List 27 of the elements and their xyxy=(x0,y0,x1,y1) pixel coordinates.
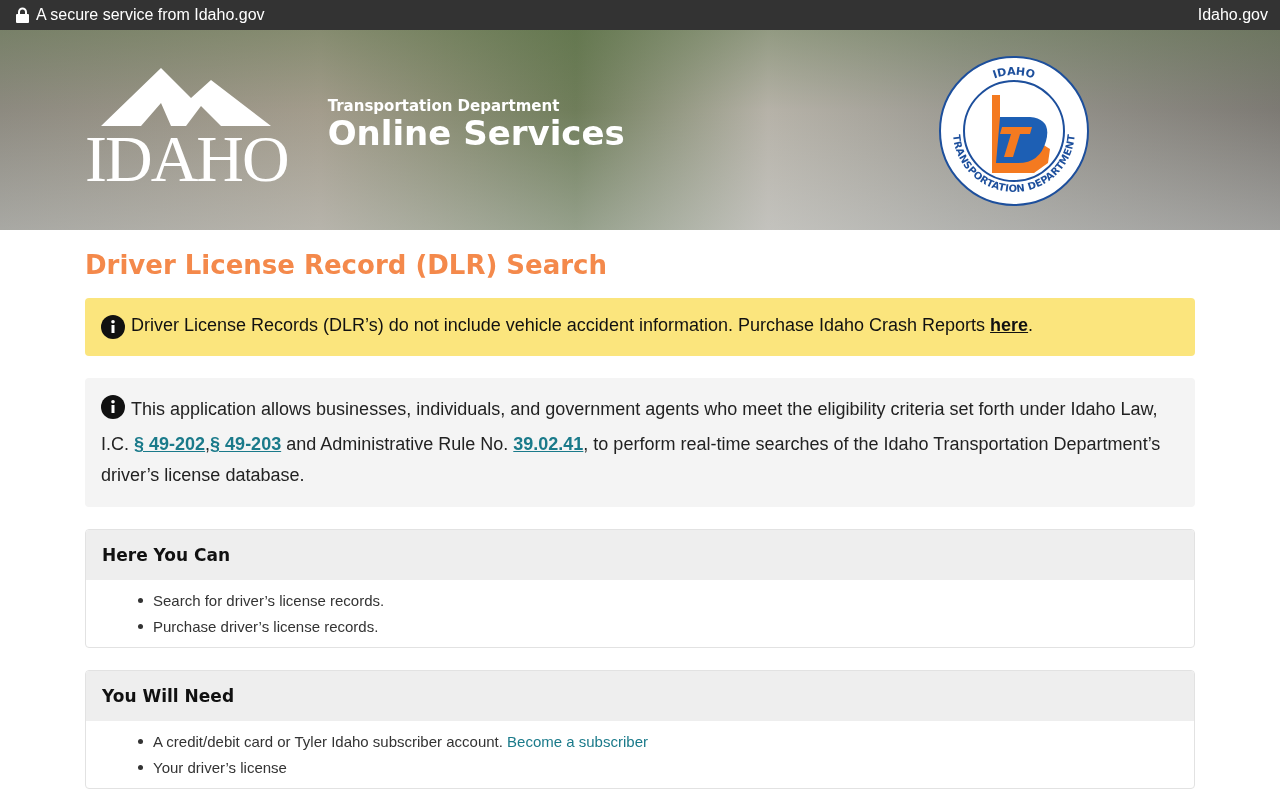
law-link[interactable]: § 49-203 xyxy=(210,434,282,454)
bullet-icon xyxy=(138,765,143,770)
banner-title: Online Services xyxy=(327,115,625,153)
bullet-icon xyxy=(138,739,143,744)
list-item-text: Search for driver’s license records. xyxy=(153,592,385,609)
department-name: Transportation Department xyxy=(327,97,561,116)
card-title: Here You Can xyxy=(86,530,1194,580)
crash-reports-link[interactable]: here xyxy=(990,315,1029,335)
list-item-text: Your driver’s license xyxy=(153,759,287,776)
law-link[interactable]: § 49-202 xyxy=(134,434,206,454)
subscriber-link[interactable]: Become a subscriber xyxy=(507,733,648,750)
list-item-text: Purchase driver’s license records. xyxy=(153,618,379,635)
lock-icon xyxy=(15,7,30,23)
list-item-text: A credit/debit card or Tyler Idaho subscriber account. Become a subscriber xyxy=(153,733,648,750)
page-title: Driver License Record (DLR) Search xyxy=(85,250,609,280)
logo-text: IDAHO xyxy=(85,126,288,192)
bullet-icon xyxy=(138,598,143,603)
secure-notice: A secure service from Idaho.gov xyxy=(36,6,265,24)
idaho-gov-link[interactable]: Idaho.gov xyxy=(1197,6,1268,24)
law-link[interactable]: 39.02.41 xyxy=(513,434,584,454)
mountain-logo-icon xyxy=(101,68,272,126)
card-title: You Will Need xyxy=(86,671,1194,721)
info-icon xyxy=(101,395,125,419)
alert-text: Driver License Records (DLR’s) do not include vehicle accident information. Purchase Idaho Crash Reports here. xyxy=(131,315,1034,336)
info-text: This application allows businesses, individuals, and government agents who meet the eligibility criteria set forth under Idaho Law, I.C. § 49-202,§ 49-203 and Administrative Rule No. 39.02.41, to perform real-time searches of the Idaho Transportation Department’s driver’s license database. xyxy=(101,399,1161,485)
info-icon xyxy=(101,315,125,339)
bullet-icon xyxy=(138,624,143,629)
